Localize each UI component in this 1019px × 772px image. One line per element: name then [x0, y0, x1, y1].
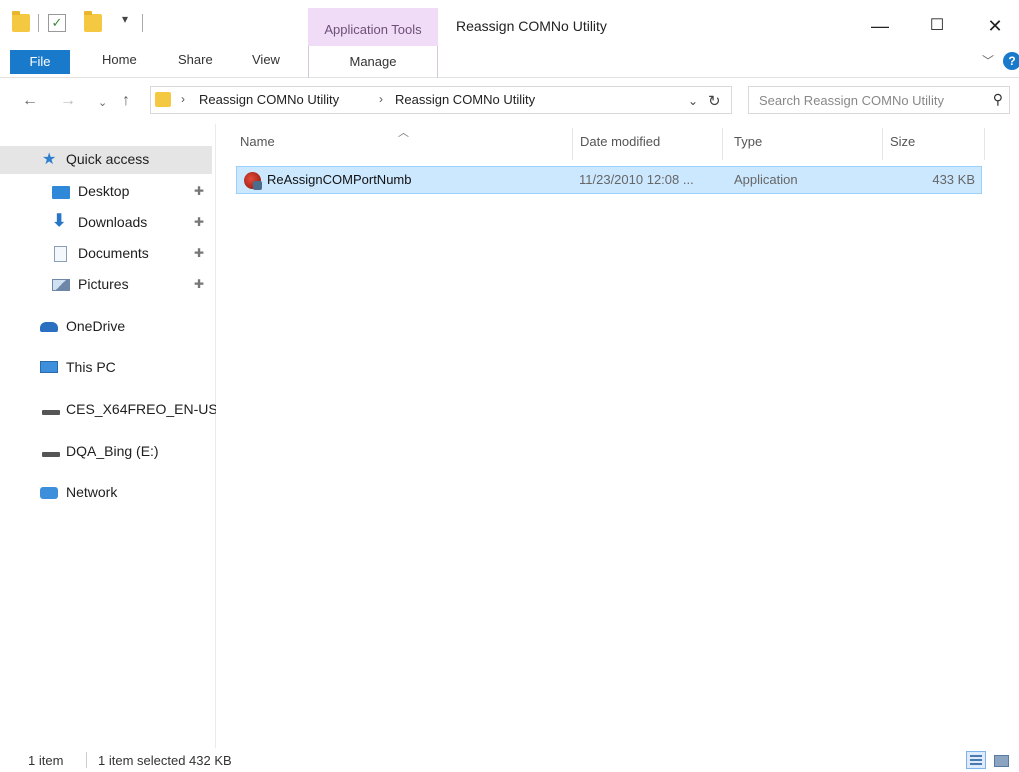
nav-item-label: Downloads [78, 214, 148, 230]
address-bar[interactable]: › Reassign COMNo Utility › Reassign COMN… [150, 86, 732, 114]
pictures-icon [52, 279, 70, 291]
application-tools-group: Application Tools [308, 8, 438, 46]
close-button[interactable]: ✕ [972, 8, 1018, 44]
download-arrow-icon: ⬇ [52, 211, 67, 230]
large-icons-view-button[interactable] [991, 751, 1011, 769]
nav-item-drive-ces[interactable]: CES_X64FREO_EN-US [0, 396, 218, 424]
pin-icon[interactable]: ✚ [194, 277, 204, 291]
back-arrow-icon[interactable]: ← [22, 92, 38, 110]
column-header-type[interactable]: Type [734, 134, 762, 149]
drive-icon [42, 452, 60, 457]
title-bar: ✓ ▾ Application Tools Reassign COMNo Uti… [0, 0, 1019, 46]
cloud-icon [40, 322, 58, 332]
qat-customize-icon[interactable]: ▾ [122, 12, 128, 26]
tab-home[interactable]: Home [102, 52, 137, 67]
tab-file[interactable]: File [10, 50, 70, 74]
star-icon: ★ [42, 151, 57, 168]
desktop-icon [52, 186, 70, 199]
nav-item-label: Pictures [78, 276, 129, 292]
details-view-button[interactable] [966, 751, 986, 769]
pin-icon[interactable]: ✚ [194, 246, 204, 260]
document-icon [54, 246, 67, 262]
chevron-right-icon[interactable]: › [181, 92, 185, 106]
nav-item-documents[interactable]: Documents ✚ [0, 240, 212, 268]
chevron-down-icon[interactable]: ⌄ [688, 94, 698, 108]
search-input[interactable] [759, 87, 979, 113]
application-icon [244, 172, 262, 190]
column-divider[interactable] [722, 128, 723, 160]
nav-item-label: Quick access [66, 151, 150, 167]
nav-item-label: Desktop [78, 183, 130, 199]
pin-icon[interactable]: ✚ [194, 184, 204, 198]
tab-view[interactable]: View [252, 52, 280, 67]
column-header-date-modified[interactable]: Date modified [580, 134, 660, 149]
file-name[interactable]: ReAssignCOMPortNumb [267, 172, 412, 187]
drive-icon [42, 410, 60, 415]
nav-item-desktop[interactable]: Desktop ✚ [0, 178, 212, 206]
new-folder-icon[interactable] [84, 11, 102, 32]
breadcrumb-item[interactable]: Reassign COMNo Utility [395, 92, 535, 107]
folder-icon [12, 11, 30, 32]
ribbon-tabs: File Home Share View Manage ﹀ ? [0, 46, 1019, 78]
nav-item-label: CES_X64FREO_EN-US [66, 401, 218, 417]
search-icon[interactable]: ⚲ [993, 91, 1003, 108]
refresh-icon[interactable]: ↻ [708, 92, 721, 110]
breadcrumb-item[interactable]: Reassign COMNo Utility [199, 92, 339, 107]
tab-share[interactable]: Share [178, 52, 213, 67]
nav-item-drive-dqa[interactable]: DQA_Bing (E:) [0, 438, 212, 466]
file-date-modified: 11/23/2010 12:08 ... [579, 172, 694, 187]
nav-item-label: DQA_Bing (E:) [66, 443, 159, 459]
network-icon [40, 487, 58, 499]
pin-icon[interactable]: ✚ [194, 215, 204, 229]
qat-divider [142, 14, 143, 32]
status-item-count: 1 item [28, 753, 64, 768]
table-row[interactable]: ReAssignCOMPortNumb 11/23/2010 12:08 ...… [236, 166, 982, 194]
chevron-down-icon[interactable]: ﹀ [982, 52, 994, 69]
nav-item-downloads[interactable]: ⬇ Downloads ✚ [0, 209, 212, 237]
qat-divider [38, 14, 39, 32]
nav-item-this-pc[interactable]: This PC [0, 354, 212, 382]
status-bar: 1 item 1 item selected 432 KB [0, 748, 1019, 772]
address-bar-row: ← → ⌄ ↑ › Reassign COMNo Utility › Reass… [0, 78, 1019, 124]
help-icon[interactable]: ? [1003, 52, 1019, 70]
column-divider[interactable] [572, 128, 573, 160]
nav-item-onedrive[interactable]: OneDrive [0, 313, 212, 341]
recent-locations-icon[interactable]: ⌄ [98, 96, 107, 109]
nav-item-label: This PC [66, 359, 116, 375]
file-type: Application [734, 172, 798, 187]
folder-icon [155, 92, 171, 107]
nav-item-label: OneDrive [66, 318, 126, 334]
status-divider [86, 752, 87, 768]
nav-item-pictures[interactable]: Pictures ✚ [0, 271, 212, 299]
file-list: ︿ Name Date modified Type Size ReAssignC… [216, 124, 1019, 748]
file-size: 433 KB [932, 172, 975, 187]
column-header-name[interactable]: Name [240, 134, 275, 149]
chevron-right-icon[interactable]: › [379, 92, 383, 106]
column-header-size[interactable]: Size [890, 134, 915, 149]
minimize-button[interactable]: — [857, 8, 903, 44]
column-divider[interactable] [882, 128, 883, 160]
window-title: Reassign COMNo Utility [456, 18, 607, 34]
nav-item-network[interactable]: Network [0, 479, 212, 507]
up-arrow-icon[interactable]: ↑ [122, 92, 130, 110]
properties-icon[interactable]: ✓ [48, 14, 66, 32]
sort-ascending-icon: ︿ [398, 127, 409, 139]
search-box[interactable]: ⚲ [748, 86, 1010, 114]
nav-item-label: Documents [78, 245, 149, 261]
column-divider[interactable] [984, 128, 985, 160]
nav-item-label: Network [66, 484, 118, 500]
nav-item-quick-access[interactable]: ★ Quick access [0, 146, 212, 174]
monitor-icon [40, 361, 58, 373]
status-selection: 1 item selected 432 KB [98, 753, 232, 768]
tab-manage[interactable]: Manage [308, 46, 438, 78]
navigation-pane: ★ Quick access Desktop ✚ ⬇ Downloads ✚ D… [0, 124, 218, 748]
forward-arrow-icon[interactable]: → [60, 92, 76, 110]
maximize-button[interactable]: ☐ [914, 8, 960, 44]
